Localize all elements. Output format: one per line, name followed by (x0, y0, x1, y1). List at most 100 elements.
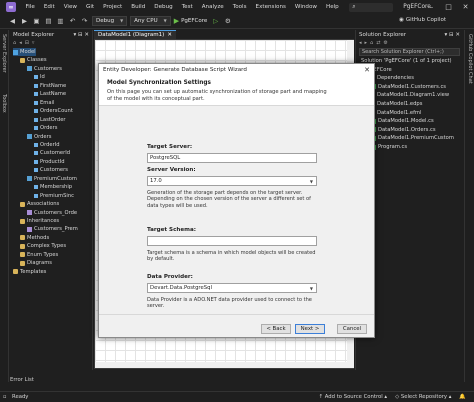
data-provider-dropdown[interactable]: Devart.Data.PostgreSql ▼ (147, 283, 317, 293)
github-copilot-button[interactable]: ◉ GitHub Copilot (399, 17, 446, 23)
menu-debug[interactable]: Debug (150, 4, 177, 10)
tree-item[interactable]: Orders (27, 133, 51, 141)
sync-icon[interactable]: ⇄ (376, 40, 380, 46)
menu-build[interactable]: Build (127, 4, 150, 10)
solution-item[interactable]: DataModel1.Customers.cs (371, 83, 446, 91)
solution-item[interactable]: DataModel1.edps (371, 100, 422, 108)
tree-item[interactable]: Classes (20, 56, 47, 64)
menu-git[interactable]: Git (82, 4, 99, 10)
menu-test[interactable]: Test (177, 4, 197, 10)
tree-item[interactable]: Enum Types (20, 251, 58, 259)
tab-diagram[interactable]: DataModel1 (Diagram1) ✕ (94, 30, 176, 39)
tree-item[interactable]: Membership (34, 183, 72, 191)
back-icon[interactable]: ◂ (359, 40, 362, 46)
settings-icon[interactable]: ⚙ (383, 40, 387, 46)
tree-item[interactable]: Orders (34, 124, 57, 132)
tree-item[interactable]: Email (34, 99, 54, 107)
menu-analyze[interactable]: Analyze (197, 4, 228, 10)
tree-item[interactable]: Diagrams (20, 259, 52, 267)
solution-item[interactable]: DataModel1.Orders.cs (371, 126, 436, 134)
minimize-icon[interactable]: – (423, 0, 440, 14)
solution-item[interactable]: Program.cs (371, 143, 407, 151)
save-all-icon[interactable]: ▥ (56, 17, 65, 26)
undo-icon[interactable]: ↶ (68, 17, 77, 26)
tree-item[interactable]: PremiumCustom (27, 175, 77, 183)
tree-item[interactable]: FirstName (34, 82, 66, 90)
menu-project[interactable]: Project (99, 4, 127, 10)
panel-options-icon[interactable]: ▾ ⊟ ✕ (445, 32, 460, 38)
new-item-icon[interactable]: ▣ (32, 17, 41, 26)
solution-item[interactable]: DataModel1.Model.cs (371, 117, 434, 125)
tree-item[interactable]: Templates (13, 268, 46, 276)
search-button[interactable]: ⌕ (349, 2, 394, 12)
target-server-input[interactable]: PostgreSQL (147, 153, 317, 163)
menu-window[interactable]: Window (290, 4, 321, 10)
prop-icon (34, 83, 38, 88)
solution-item[interactable]: DataModel1.efml (371, 109, 421, 117)
back-nav-icon[interactable]: ◀ (8, 17, 17, 26)
target-schema-input[interactable] (147, 236, 317, 246)
tree-item[interactable]: Customers_Prem (27, 225, 78, 233)
tree-item[interactable]: Methods (20, 234, 49, 242)
server-explorer-tab[interactable]: Server Explorer (1, 34, 7, 73)
tree-item[interactable]: Associations (20, 200, 59, 208)
diagram-horizontal-scrollbar[interactable] (95, 362, 347, 368)
notifications-icon[interactable]: 🔔 (459, 394, 466, 400)
menu-edit[interactable]: Edit (39, 4, 59, 10)
close-icon[interactable]: ✕ (167, 32, 172, 38)
tree-item[interactable]: Customers_Orde (27, 209, 77, 217)
tree-item[interactable]: Customers (34, 166, 68, 174)
tree-item-label: Inheritances (27, 218, 60, 224)
menu-help[interactable]: Help (321, 4, 343, 10)
forward-icon[interactable]: ▸ (365, 40, 368, 46)
panel-options-icon[interactable]: ▾ ⊟ ✕ (74, 32, 89, 38)
tree-item[interactable]: CustomerId (34, 149, 70, 157)
add-to-source-control-button[interactable]: ↑ Add to Source Control ▴ (319, 394, 387, 400)
run-button[interactable]: ▶ PgEFCore (174, 17, 208, 25)
tree-item[interactable]: LastOrder (34, 116, 66, 124)
next-button[interactable]: Next > (295, 324, 325, 334)
back-icon[interactable]: ◂ (19, 40, 22, 46)
tree-item[interactable]: Id (34, 73, 45, 81)
server-version-dropdown[interactable]: 17.0 ▼ (147, 176, 317, 186)
toolbox-tab[interactable]: Toolbox (1, 94, 7, 113)
error-list-tab[interactable]: Error List (10, 377, 34, 383)
back-button[interactable]: < Back (261, 324, 291, 334)
solution-item[interactable]: DataModel1.PremiumCustom (371, 134, 454, 142)
tree-item[interactable]: OrdersCount (34, 107, 73, 115)
close-icon[interactable]: ✕ (457, 0, 474, 14)
tree-item[interactable]: OrderId (34, 141, 60, 149)
copilot-chat-tab[interactable]: GitHub Copilot Chat (467, 34, 473, 84)
solution-item[interactable]: DataModel1.Diagram1.view (371, 91, 449, 99)
menu-file[interactable]: File (21, 4, 39, 10)
save-icon[interactable]: ▤ (44, 17, 53, 26)
home-icon[interactable]: ⌂ (13, 40, 16, 46)
cancel-button[interactable]: Cancel (337, 324, 367, 334)
tree-item[interactable]: Complex Types (20, 242, 66, 250)
tree-item-label: Email (40, 99, 55, 106)
menu-view[interactable]: View (59, 4, 81, 10)
solution-item[interactable]: Dependencies (371, 74, 414, 82)
forward-nav-icon[interactable]: ▶ (20, 17, 29, 26)
tree-item[interactable]: LastName (34, 90, 66, 98)
filter-icon[interactable]: ▿ (32, 40, 35, 46)
menu-tools[interactable]: Tools (228, 4, 251, 10)
left-tool-strip: Server Explorer Toolbox (0, 30, 9, 382)
tree-item[interactable]: Model (13, 48, 36, 56)
start-without-debug-icon[interactable]: ▷ (211, 17, 220, 26)
select-repository-button[interactable]: ◇ Select Repository ▴ (395, 394, 451, 400)
settings-icon[interactable]: ⚙ (223, 17, 232, 26)
redo-icon[interactable]: ↷ (80, 17, 89, 26)
tree-item[interactable]: Inheritances (20, 217, 59, 225)
close-icon[interactable]: ✕ (364, 66, 370, 74)
collapse-icon[interactable]: ⊟ (25, 40, 29, 46)
solution-search-input[interactable]: Search Solution Explorer (Ctrl+;) (359, 48, 460, 56)
maximize-icon[interactable]: □ (440, 0, 457, 14)
home-icon[interactable]: ⌂ (370, 40, 373, 46)
tree-item[interactable]: PremiumSinc (34, 192, 74, 200)
tree-item[interactable]: Customers (27, 65, 62, 73)
tree-item[interactable]: ProductId (34, 158, 65, 166)
configuration-dropdown[interactable]: Debug ▼ (92, 16, 128, 26)
menu-extensions[interactable]: Extensions (251, 4, 290, 10)
platform-dropdown[interactable]: Any CPU ▼ (130, 16, 171, 26)
